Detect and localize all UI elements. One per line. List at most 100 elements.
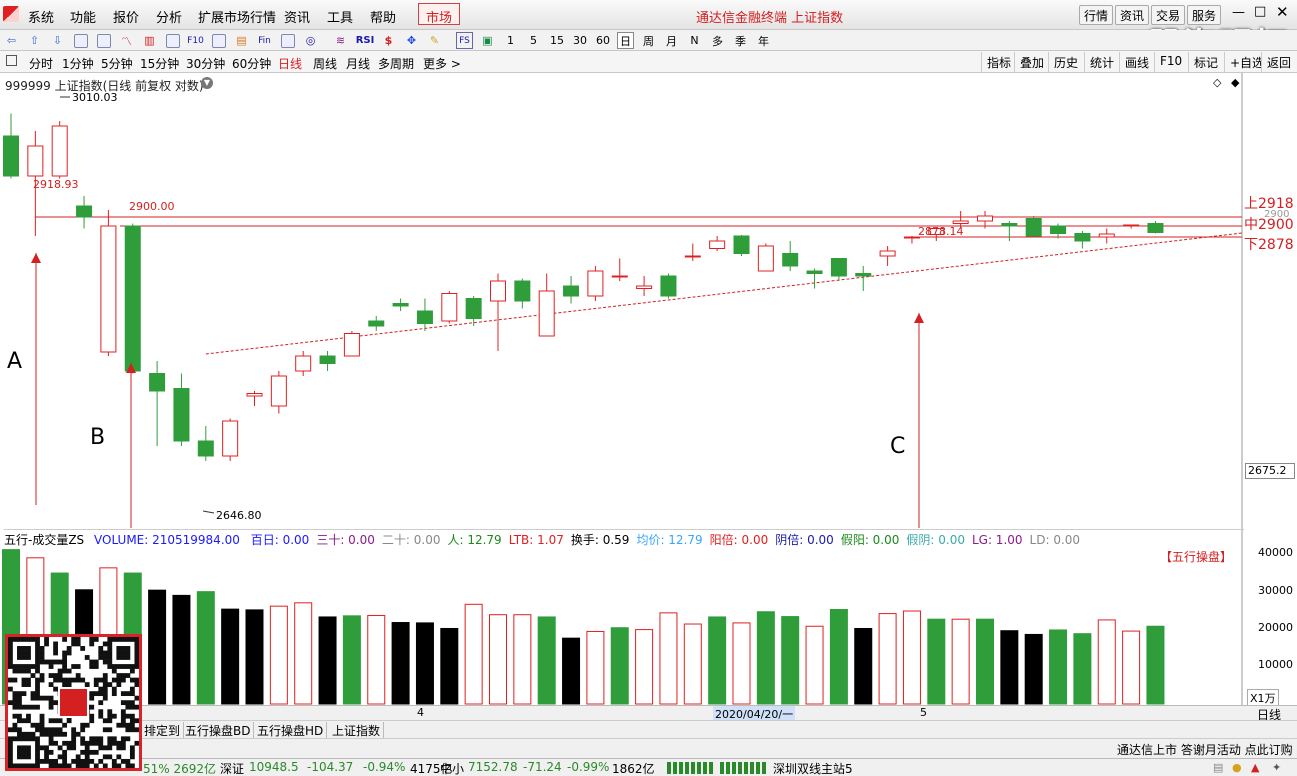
- period-year[interactable]: 年: [755, 32, 772, 49]
- tray-icon-settings[interactable]: ✦: [1272, 761, 1281, 774]
- menu-analysis[interactable]: 分析: [156, 7, 182, 26]
- stats-button[interactable]: 统计: [1084, 52, 1120, 72]
- back-arrow-icon[interactable]: ⇦: [3, 32, 20, 49]
- period-month[interactable]: 月: [663, 32, 680, 49]
- table-icon[interactable]: [164, 32, 181, 49]
- wave-icon[interactable]: ≋: [332, 32, 349, 49]
- mark-button-label[interactable]: 标记: [1188, 52, 1224, 72]
- qr-module: [89, 637, 95, 642]
- menu-help[interactable]: 帮助: [370, 7, 396, 26]
- window-button-info[interactable]: 资讯: [1115, 5, 1150, 25]
- book-icon[interactable]: ▤: [233, 32, 250, 49]
- draw-button[interactable]: 画线: [1119, 52, 1155, 72]
- qr-module: [21, 668, 27, 674]
- period-tab-weekly[interactable]: 周线: [313, 55, 337, 72]
- rsi-icon[interactable]: RSI: [355, 32, 375, 49]
- period-week[interactable]: 周: [640, 32, 657, 49]
- return-button[interactable]: 返回: [1261, 52, 1297, 72]
- qr-module: [39, 745, 45, 751]
- menu-function[interactable]: 功能: [70, 7, 96, 26]
- menu-extended-market[interactable]: 扩展市场行情: [198, 7, 276, 26]
- move-icon[interactable]: ✥: [403, 32, 420, 49]
- money-icon[interactable]: $: [380, 32, 397, 49]
- tab-wuxing-bd[interactable]: 五行操盘BD: [182, 722, 255, 739]
- pin-icon[interactable]: ◆: [1231, 76, 1239, 89]
- sz-index-name[interactable]: 深证: [220, 760, 244, 776]
- period-60[interactable]: 60: [593, 32, 613, 49]
- volume-bar-40: [976, 618, 994, 705]
- qr-module: [26, 736, 31, 742]
- server-name[interactable]: 深圳双线主站5: [773, 760, 853, 776]
- promo-link[interactable]: 通达信上市 答谢月活动 点此订购: [1117, 741, 1293, 758]
- menu-system[interactable]: 系统: [28, 7, 54, 26]
- history-button[interactable]: 历史: [1048, 52, 1084, 72]
- candle-body-45: [1098, 233, 1115, 238]
- period-tab-intraday[interactable]: 分时: [29, 55, 53, 72]
- clock-icon[interactable]: ◎: [302, 32, 319, 49]
- f10-button[interactable]: F10: [1154, 52, 1188, 72]
- qr-module: [102, 691, 108, 697]
- volume-chart[interactable]: [0, 528, 1297, 705]
- down-arrow-icon[interactable]: ⇩: [49, 32, 66, 49]
- line-chart-icon[interactable]: 〽: [118, 32, 135, 49]
- menu-info[interactable]: 资讯: [284, 7, 310, 26]
- zx-index-name[interactable]: 中小: [440, 760, 464, 776]
- menu-tools[interactable]: 工具: [327, 7, 353, 26]
- period-30[interactable]: 30: [570, 32, 590, 49]
- header-dropdown-icon[interactable]: ▼: [201, 77, 213, 89]
- period-quarter[interactable]: 季: [732, 32, 749, 49]
- period-day[interactable]: 日: [617, 32, 634, 49]
- period-tab-5min[interactable]: 5分钟: [101, 55, 133, 72]
- pen-icon[interactable]: ✎: [426, 32, 443, 49]
- period-tab-60min[interactable]: 60分钟: [232, 55, 271, 72]
- tray-icon-chart[interactable]: ▲: [1251, 761, 1259, 774]
- period-tab-daily[interactable]: 日线: [278, 55, 302, 72]
- qr-module: [120, 637, 126, 642]
- kline-chart-panel[interactable]: 999999 上证指数(日线 前复权 对数) ▼ A B C 3010.03 2…: [0, 73, 1297, 528]
- up-arrow-icon[interactable]: ⇧: [26, 32, 43, 49]
- qr-module: [44, 745, 49, 751]
- fs-icon[interactable]: FS: [456, 32, 473, 49]
- app-logo-icon[interactable]: [3, 6, 19, 22]
- tray-icon-lock[interactable]: ▤: [1213, 761, 1223, 774]
- period-tab-more[interactable]: 更多 >: [423, 55, 461, 72]
- overlay-button[interactable]: 叠加: [1014, 52, 1050, 72]
- qr-module: [98, 758, 104, 764]
- kline-icon[interactable]: ▥: [141, 32, 158, 49]
- period-tab-monthly[interactable]: 月线: [346, 55, 370, 72]
- period-tab-multi[interactable]: 多周期: [378, 55, 414, 72]
- volume-panel[interactable]: 五行-成交量ZS VOLUME: 210519984.00 百日: 0.00 三十…: [0, 528, 1297, 707]
- fin-icon[interactable]: Fin: [256, 32, 273, 49]
- window-button-quotes[interactable]: 行情: [1079, 5, 1114, 25]
- kline-chart[interactable]: [0, 73, 1297, 528]
- menu-quote[interactable]: 报价: [113, 7, 139, 26]
- panel-toggle-icon[interactable]: [6, 55, 17, 66]
- indicator-item-8: 阴倍: 0.00: [775, 533, 834, 547]
- market-button[interactable]: 市场: [418, 3, 461, 26]
- period-multi[interactable]: 多: [709, 32, 726, 49]
- maximize-icon[interactable]: □: [1254, 4, 1266, 19]
- period-1[interactable]: 1: [502, 32, 519, 49]
- finance-icon[interactable]: [210, 32, 227, 49]
- diamond-icon[interactable]: ◇: [1213, 76, 1221, 89]
- screen-icon[interactable]: ▣: [479, 32, 496, 49]
- period-n[interactable]: N: [686, 32, 703, 49]
- grid-icon[interactable]: [95, 32, 112, 49]
- period-15[interactable]: 15: [547, 32, 567, 49]
- period-tab-1min[interactable]: 1分钟: [62, 55, 94, 72]
- f10-icon[interactable]: F10: [187, 32, 204, 49]
- tab-wuxing-hd[interactable]: 五行操盘HD: [254, 722, 328, 739]
- tray-icon-bell[interactable]: ●: [1232, 761, 1242, 774]
- period-5[interactable]: 5: [525, 32, 542, 49]
- qr-module: [17, 704, 22, 710]
- volume-bar-14: [342, 615, 361, 705]
- qr-module: [71, 677, 77, 683]
- calc-icon[interactable]: [279, 32, 296, 49]
- indicator-name[interactable]: 五行-成交量ZS: [4, 533, 84, 547]
- period-tab-30min[interactable]: 30分钟: [186, 55, 225, 72]
- report-icon[interactable]: [72, 32, 89, 49]
- indicator-button[interactable]: 指标: [981, 52, 1017, 72]
- tab-shanghai-index[interactable]: 上证指数: [329, 722, 385, 739]
- period-tab-15min[interactable]: 15分钟: [140, 55, 179, 72]
- tab-schedule[interactable]: 排定到: [141, 722, 185, 739]
